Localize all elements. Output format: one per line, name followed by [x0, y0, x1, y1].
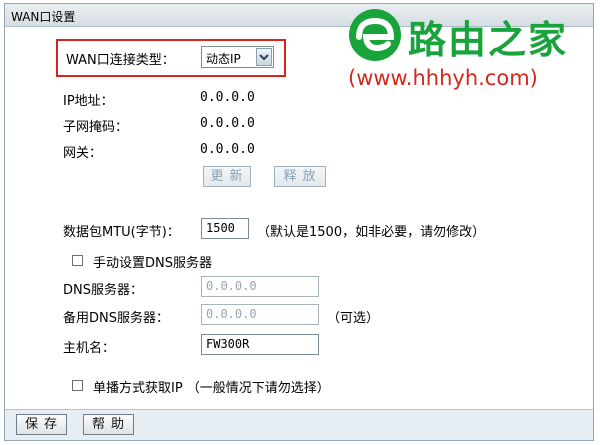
hostname-input[interactable]: FW300R: [201, 334, 319, 355]
renew-button[interactable]: 更新: [203, 166, 251, 187]
help-button[interactable]: 帮助: [83, 414, 134, 435]
gateway-value: 0.0.0.0: [200, 142, 255, 157]
unicast-checkbox[interactable]: [72, 380, 83, 391]
footer-bar: 保存 帮助: [5, 409, 593, 440]
manual-dns-label: 手动设置DNS服务器: [93, 256, 212, 271]
unicast-label: 单播方式获取IP （一般情况下请勿选择）: [93, 381, 330, 396]
gateway-label: 网关：: [63, 146, 103, 161]
brand-e-icon: [349, 9, 401, 61]
brand-name: 路由之家: [408, 18, 569, 62]
chevron-down-icon[interactable]: [256, 48, 272, 66]
ip-address-label: IP地址：: [63, 94, 114, 109]
brand-url: (www.hhhyh.com): [348, 66, 538, 90]
ip-address-value: 0.0.0.0: [200, 90, 255, 105]
mtu-hint: （默认是1500，如非必要，请勿修改）: [257, 225, 486, 240]
wan-type-selected: 动态IP: [206, 52, 241, 66]
optional-hint: （可选）: [327, 311, 380, 326]
subnet-mask-value: 0.0.0.0: [200, 116, 255, 131]
secondary-dns-label: 备用DNS服务器：: [63, 311, 169, 326]
manual-dns-checkbox[interactable]: [72, 255, 83, 266]
primary-dns-input[interactable]: 0.0.0.0: [201, 276, 319, 297]
hostname-label: 主机名：: [63, 341, 116, 356]
wan-type-label: WAN口连接类型：: [66, 53, 175, 68]
save-button[interactable]: 保存: [16, 414, 67, 435]
subnet-mask-label: 子网掩码：: [63, 120, 129, 135]
primary-dns-label: DNS服务器：: [63, 283, 143, 298]
page-title: WAN口设置: [11, 10, 76, 24]
release-button[interactable]: 释放: [274, 166, 326, 187]
wan-type-select[interactable]: 动态IP: [201, 46, 274, 68]
mtu-input[interactable]: 1500: [201, 218, 249, 239]
brand-logo: 路由之家 (www.hhhyh.com): [346, 4, 596, 96]
mtu-label: 数据包MTU(字节)：: [63, 225, 180, 240]
secondary-dns-input[interactable]: 0.0.0.0: [201, 304, 319, 325]
